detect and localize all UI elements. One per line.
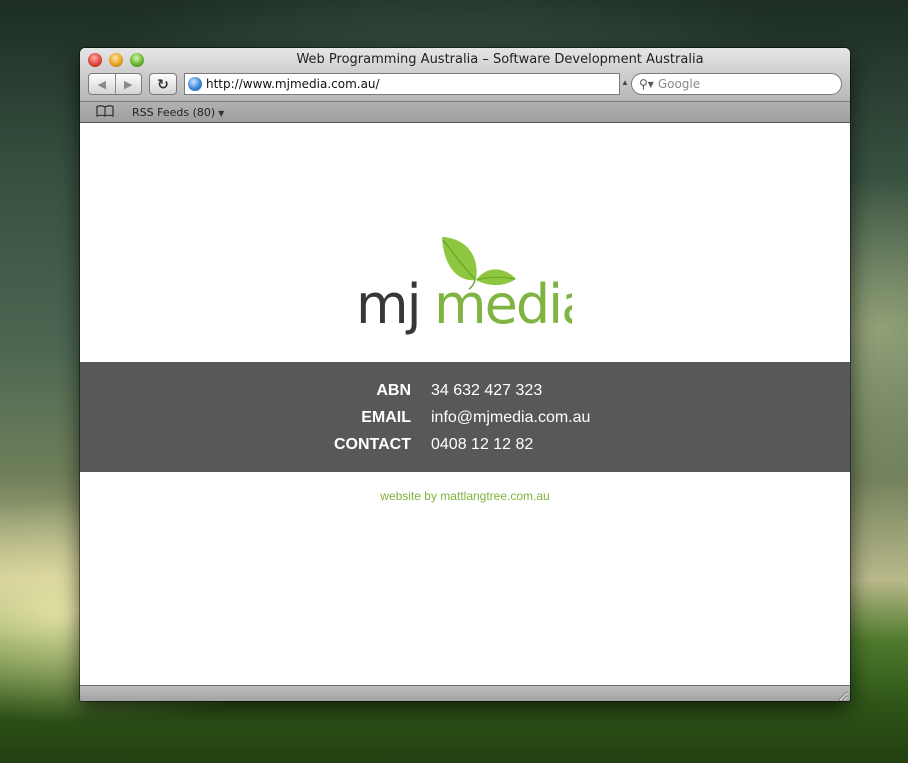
abn-label: ABN: [376, 382, 411, 399]
zoom-window-button[interactable]: [130, 53, 144, 67]
status-bar: [80, 685, 850, 701]
mjmedia-logo[interactable]: mj media: [356, 234, 594, 338]
contact-info-bar: ABN 34 632 427 323 EMAIL info@mjmedia.co…: [80, 362, 850, 472]
forward-arrow-icon: ▶: [124, 78, 133, 91]
minimize-window-button[interactable]: [109, 53, 123, 67]
page-content: mj media ABN 34 632 427 323 EMAIL info@m…: [80, 124, 850, 685]
search-icon[interactable]: ⚲▾: [639, 77, 654, 91]
bookmarks-book-icon[interactable]: [96, 104, 116, 120]
address-dropdown-icon[interactable]: ▲: [621, 78, 629, 87]
resize-grip-icon[interactable]: [836, 688, 848, 701]
abn-value: 34 632 427 323: [431, 382, 543, 399]
email-link[interactable]: info@mjmedia.com.au: [431, 409, 590, 427]
history-nav-group: ◀ ▶: [88, 73, 142, 95]
address-bar[interactable]: http://www.mjmedia.com.au/: [184, 73, 620, 95]
bookmarks-bar: RSS Feeds (80) ▼: [80, 102, 850, 123]
logo-mj-text: mj: [356, 273, 420, 336]
abn-row: ABN 34 632 427 323: [80, 382, 850, 406]
forward-button[interactable]: ▶: [114, 74, 142, 94]
email-row: EMAIL info@mjmedia.com.au: [80, 409, 850, 433]
close-window-button[interactable]: [88, 53, 102, 67]
browser-window: Web Programming Australia – Software Dev…: [80, 48, 850, 701]
desktop-background: Web Programming Australia – Software Dev…: [0, 0, 908, 763]
title-bar[interactable]: Web Programming Australia – Software Dev…: [80, 48, 850, 102]
search-field[interactable]: ⚲▾ Google: [631, 73, 842, 95]
site-globe-icon: [188, 77, 202, 91]
contact-row: CONTACT 0408 12 12 82: [80, 436, 850, 460]
back-arrow-icon: ◀: [97, 78, 106, 91]
reload-icon: ↻: [157, 75, 169, 92]
email-label: EMAIL: [361, 409, 411, 426]
contact-label: CONTACT: [333, 436, 411, 453]
logo-media-text: media: [434, 273, 572, 336]
reload-button[interactable]: ↻: [149, 73, 177, 95]
window-title: Web Programming Australia – Software Dev…: [296, 52, 704, 67]
address-url[interactable]: http://www.mjmedia.com.au/: [206, 77, 380, 91]
back-button[interactable]: ◀: [89, 74, 115, 94]
website-credit-link[interactable]: website by mattlangtree.com.au: [80, 489, 850, 503]
contact-value: 0408 12 12 82: [431, 436, 534, 453]
search-placeholder: Google: [657, 77, 701, 91]
rss-feeds-menu[interactable]: RSS Feeds (80) ▼: [132, 106, 224, 119]
chevron-down-icon: ▼: [218, 108, 225, 118]
rss-feeds-label: RSS Feeds (80): [132, 105, 216, 119]
